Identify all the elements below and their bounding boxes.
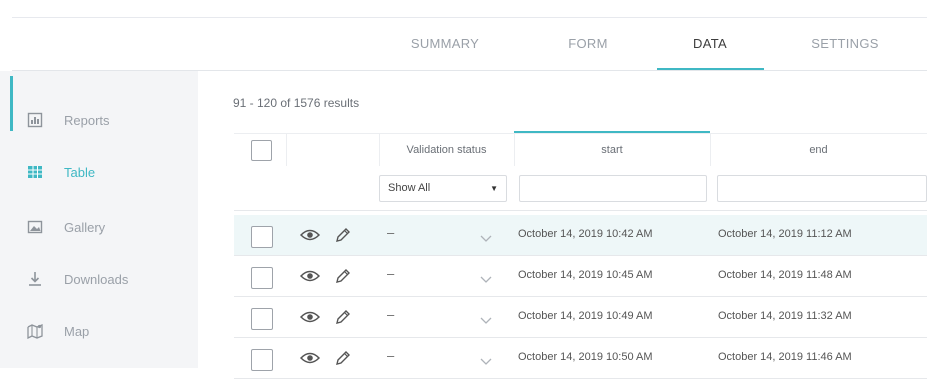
sidebar-item-gallery[interactable]: Gallery — [0, 210, 198, 246]
table-row: – October 14, 2019 10:50 AM October 14, … — [234, 338, 927, 379]
pencil-icon[interactable] — [334, 308, 350, 326]
end-cell: October 14, 2019 11:12 AM — [718, 228, 852, 240]
sidebar-item-label: Downloads — [64, 272, 129, 287]
validation-filter-value: Show All — [388, 182, 431, 194]
start-cell: October 14, 2019 10:50 AM — [518, 351, 653, 363]
end-cell: October 14, 2019 11:46 AM — [718, 351, 852, 363]
end-cell: October 14, 2019 11:32 AM — [718, 310, 852, 322]
table-row: – October 14, 2019 10:49 AM October 14, … — [234, 297, 927, 338]
table-filter-row: Show All ▼ — [234, 166, 927, 211]
row-checkbox[interactable] — [251, 267, 273, 289]
end-cell: October 14, 2019 11:48 AM — [718, 269, 852, 281]
sidebar-item-downloads[interactable]: Downloads — [0, 262, 198, 298]
validation-status-value: – — [387, 307, 395, 322]
header-select-cell — [234, 134, 287, 166]
sidebar-item-table[interactable]: Table — [0, 155, 198, 191]
validation-status-value: – — [387, 266, 395, 281]
table-header-row: Validation status start end — [234, 133, 927, 166]
table-row: – October 14, 2019 10:45 AM October 14, … — [234, 256, 927, 297]
chevron-down-icon[interactable] — [480, 312, 492, 324]
chevron-down-icon[interactable] — [480, 353, 492, 365]
caret-down-icon: ▼ — [490, 184, 498, 193]
start-cell: October 14, 2019 10:45 AM — [518, 269, 653, 281]
chevron-down-icon[interactable] — [480, 271, 492, 283]
map-icon — [27, 323, 43, 340]
sidebar-item-map[interactable]: Map — [0, 314, 198, 350]
start-cell: October 14, 2019 10:42 AM — [518, 228, 653, 240]
header-start[interactable]: start — [514, 134, 711, 166]
validation-status-value: – — [387, 225, 395, 240]
validation-status-filter[interactable]: Show All ▼ — [379, 175, 507, 202]
tab-data[interactable]: DATA — [670, 18, 750, 70]
eye-icon[interactable] — [299, 309, 321, 325]
pencil-icon[interactable] — [334, 349, 350, 367]
sidebar-item-label: Map — [64, 324, 90, 339]
eye-icon[interactable] — [299, 227, 321, 243]
chevron-down-icon[interactable] — [480, 230, 492, 242]
tab-bar: SUMMARY FORM DATA SETTINGS — [0, 18, 927, 70]
header-actions-cell — [286, 134, 380, 166]
start-filter-input[interactable] — [519, 175, 707, 202]
sidebar-item-reports[interactable]: Reports — [0, 103, 198, 139]
gallery-icon — [27, 219, 43, 235]
downloads-icon — [27, 271, 43, 287]
sidebar-active-indicator — [10, 76, 13, 131]
eye-icon[interactable] — [299, 350, 321, 366]
row-checkbox[interactable] — [251, 226, 273, 248]
header-validation-status[interactable]: Validation status — [379, 134, 515, 166]
tab-settings[interactable]: SETTINGS — [790, 18, 900, 70]
sidebar-item-label: Gallery — [64, 220, 106, 235]
table-row: – October 14, 2019 10:42 AM October 14, … — [234, 215, 927, 256]
tab-form[interactable]: FORM — [558, 18, 618, 70]
table-icon — [27, 164, 43, 180]
reports-icon — [27, 112, 43, 128]
validation-status-value: – — [387, 348, 395, 363]
header-end[interactable]: end — [710, 134, 927, 166]
sidebar-item-label: Reports — [64, 113, 110, 128]
pencil-icon[interactable] — [334, 267, 350, 285]
sidebar-item-label: Table — [64, 165, 96, 180]
eye-icon[interactable] — [299, 268, 321, 284]
pencil-icon[interactable] — [334, 226, 350, 244]
row-checkbox[interactable] — [251, 308, 273, 330]
start-cell: October 14, 2019 10:49 AM — [518, 310, 653, 322]
end-filter-input[interactable] — [717, 175, 927, 202]
sidebar: Reports Table Gallery Downloads Map — [0, 71, 198, 368]
tab-summary[interactable]: SUMMARY — [402, 18, 488, 70]
select-all-checkbox[interactable] — [251, 140, 272, 161]
results-count: 91 - 120 of 1576 results — [233, 96, 360, 110]
